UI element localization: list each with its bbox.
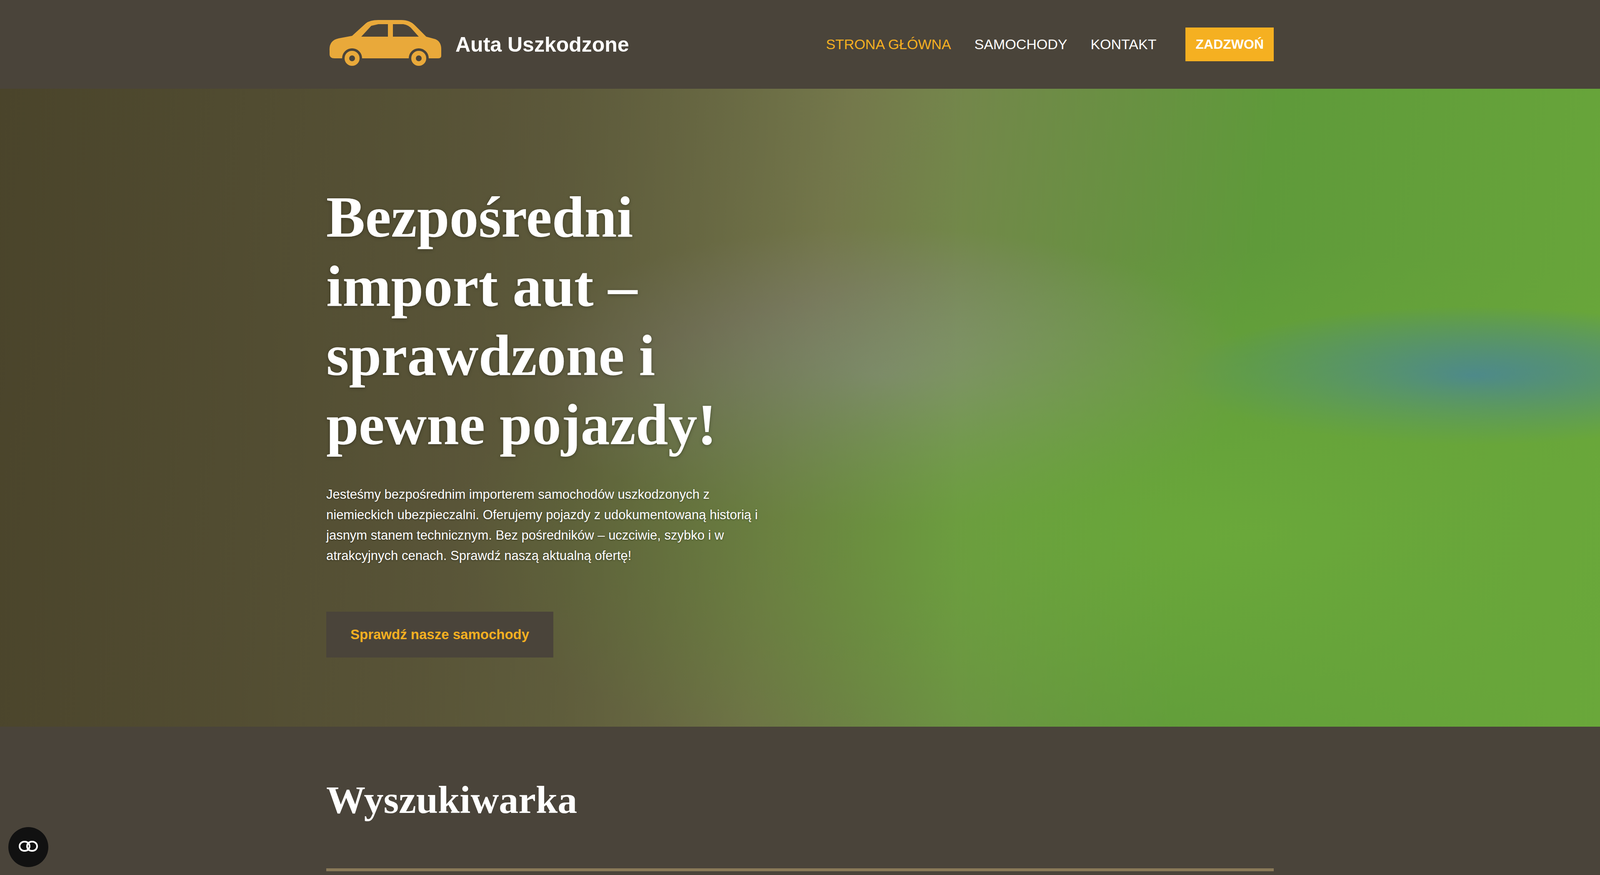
- nav-item[interactable]: KONTAKT: [1090, 36, 1157, 53]
- search-container: Wyszukiwarka: [326, 776, 1274, 872]
- logo[interactable]: Auta Uszkodzone: [326, 17, 630, 72]
- accessibility-icon[interactable]: [18, 840, 39, 855]
- cars-button[interactable]: Sprawdź nasze samochody: [326, 611, 554, 658]
- hero-text: Jesteśmy bezpośrednim importerem samocho…: [326, 484, 768, 566]
- hero-title: Bezpośredni import aut – sprawdzone i pe…: [326, 182, 743, 460]
- car-icon[interactable]: [326, 17, 443, 72]
- divider: [326, 868, 1274, 872]
- logo-text[interactable]: Auta Uszkodzone: [455, 32, 630, 57]
- search-section: Wyszukiwarka: [0, 726, 1600, 872]
- header-container: Auta Uszkodzone STRONA GŁÓWNA SAMOCHODY KON…: [326, 17, 1274, 72]
- hero-content: Bezpośredni import aut – sprawdzone i pe…: [326, 182, 1274, 658]
- accessibility-button[interactable]: [8, 827, 49, 868]
- hero-banner: Bezpośredni import aut – sprawdzone i pe…: [0, 88, 1600, 727]
- search-title: Wyszukiwarka: [326, 776, 1274, 823]
- header: Auta Uszkodzone STRONA GŁÓWNA SAMOCHODY KON…: [0, 0, 1600, 89]
- nav-item[interactable]: STRONA GŁÓWNA: [825, 36, 951, 53]
- call-button[interactable]: ZADZWOŃ: [1185, 27, 1274, 62]
- nav-item[interactable]: SAMOCHODY: [974, 36, 1068, 53]
- main-nav: STRONA GŁÓWNA SAMOCHODY KONTAKT ZADZWOŃ: [825, 27, 1274, 62]
